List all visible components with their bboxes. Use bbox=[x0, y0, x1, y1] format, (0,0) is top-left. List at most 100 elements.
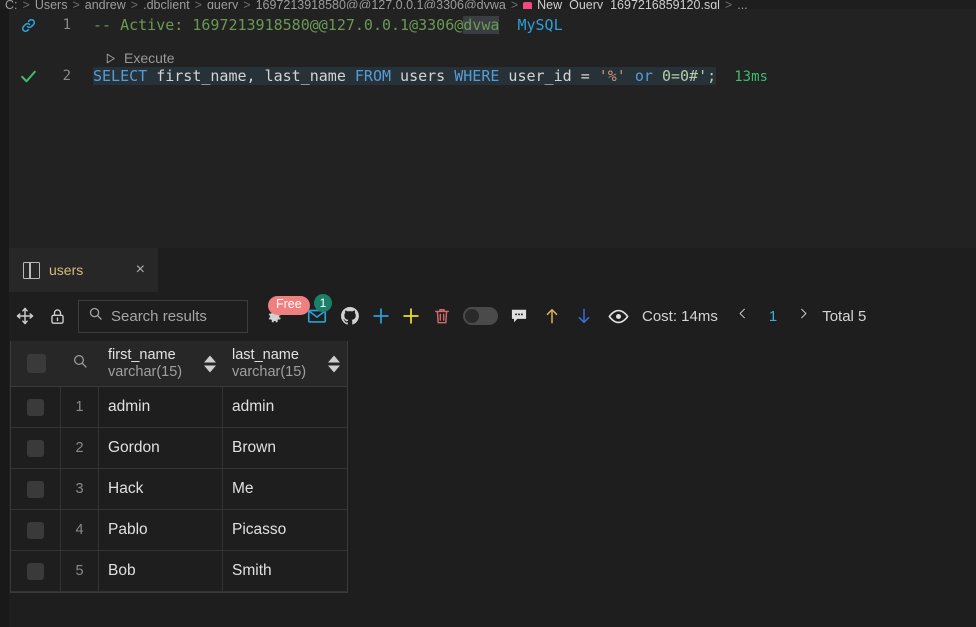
grid-header-search-cell[interactable] bbox=[61, 341, 99, 386]
link-icon[interactable] bbox=[9, 17, 47, 34]
editor-line-2-code[interactable]: SELECT first_name, last_name FROM users … bbox=[93, 67, 768, 85]
editor-line-1-code[interactable]: -- Active: 1697213918580@@127.0.0.1@3306… bbox=[93, 16, 563, 34]
row-checkbox-cell[interactable] bbox=[11, 428, 61, 469]
grid-header-row: first_name varchar(15) last_name varchar… bbox=[11, 341, 347, 387]
cell-last-name[interactable]: Smith bbox=[223, 551, 347, 592]
kw-where: WHERE bbox=[454, 67, 500, 85]
search-icon[interactable] bbox=[72, 353, 88, 374]
editor-content[interactable]: 1 -- Active: 1697213918580@@127.0.0.1@33… bbox=[9, 9, 976, 248]
results-tab-bar: users × bbox=[9, 248, 976, 292]
row-checkbox[interactable] bbox=[27, 480, 44, 498]
where-field: user_id bbox=[499, 67, 581, 85]
editor-line-1[interactable]: 1 -- Active: 1697213918580@@127.0.0.1@33… bbox=[9, 12, 563, 38]
lock-icon[interactable] bbox=[41, 292, 73, 340]
eye-icon[interactable] bbox=[600, 292, 636, 340]
table-row[interactable]: 1 admin admin bbox=[11, 387, 347, 428]
gear-icon[interactable]: Free bbox=[254, 292, 310, 340]
editor-line-2[interactable]: 2 SELECT first_name, last_name FROM user… bbox=[9, 63, 768, 89]
grid-header-col-first-name[interactable]: first_name varchar(15) bbox=[99, 341, 223, 386]
column-name: last_name bbox=[232, 346, 299, 363]
split-panel-icon bbox=[23, 261, 40, 279]
search-icon bbox=[88, 306, 103, 326]
row-number: 4 bbox=[61, 510, 99, 551]
row-checkbox[interactable] bbox=[27, 521, 44, 539]
check-icon bbox=[9, 67, 47, 86]
table-row[interactable]: 4 Pablo Picasso bbox=[11, 510, 347, 551]
comment-selected-db[interactable]: dvwa bbox=[463, 16, 500, 34]
row-checkbox-cell[interactable] bbox=[11, 510, 61, 551]
column-type: varchar(15) bbox=[108, 363, 183, 380]
sql-editor[interactable]: 1 -- Active: 1697213918580@@127.0.0.1@33… bbox=[0, 9, 976, 248]
plus-blue-icon[interactable] bbox=[366, 292, 396, 340]
table-row[interactable]: 5 Bob Smith bbox=[11, 551, 347, 592]
cell-first-name[interactable]: Bob bbox=[99, 551, 223, 592]
arrow-down-icon[interactable] bbox=[568, 292, 600, 340]
github-icon[interactable] bbox=[334, 292, 366, 340]
sort-toggle-first-name[interactable] bbox=[204, 355, 216, 372]
column-name: first_name bbox=[108, 346, 176, 363]
sort-toggle-last-name[interactable] bbox=[328, 355, 340, 372]
plus-yellow-icon[interactable] bbox=[396, 292, 426, 340]
comment-active-prefix: -- Active: 1697213918580@@127.0.0.1@3306… bbox=[93, 16, 464, 34]
envelope-icon[interactable]: 1 bbox=[300, 292, 334, 340]
vscode-sql-client-window: C: > Users > andrew > .dbclient > query … bbox=[0, 0, 976, 627]
select-all-checkbox[interactable] bbox=[26, 354, 46, 373]
cell-first-name[interactable]: Hack bbox=[99, 469, 223, 510]
toggle-switch-off[interactable] bbox=[462, 307, 498, 325]
kw-select: SELECT bbox=[93, 67, 148, 85]
toggle-switch[interactable] bbox=[458, 292, 502, 340]
cell-first-name[interactable]: Gordon bbox=[99, 428, 223, 469]
table-row[interactable]: 2 Gordon Brown bbox=[11, 428, 347, 469]
row-checkbox-cell[interactable] bbox=[11, 387, 61, 428]
results-panel: users × Search results Free 1 Cost: 14ms… bbox=[0, 248, 976, 627]
row-number: 2 bbox=[61, 428, 99, 469]
trash-icon[interactable] bbox=[426, 292, 458, 340]
line-number-2: 2 bbox=[62, 68, 71, 84]
comment-icon[interactable] bbox=[502, 292, 536, 340]
close-icon[interactable]: × bbox=[136, 262, 145, 278]
grid-body: 1 admin admin 2 Gordon Brown 3 Hack Me 4… bbox=[11, 387, 347, 592]
move-arrows-icon[interactable] bbox=[9, 292, 41, 340]
total-rows-label: Total 5 bbox=[822, 307, 867, 325]
cell-first-name[interactable]: Pablo bbox=[99, 510, 223, 551]
cell-first-name[interactable]: admin bbox=[99, 387, 223, 428]
results-grid: first_name varchar(15) last_name varchar… bbox=[10, 341, 348, 593]
row-checkbox[interactable] bbox=[27, 562, 44, 580]
grid-header-select-all[interactable] bbox=[11, 341, 61, 386]
query-cost-label: Cost: 14ms bbox=[642, 307, 718, 325]
cell-last-name[interactable]: admin bbox=[223, 387, 347, 428]
select-columns: first_name, last_name bbox=[147, 67, 355, 85]
tab-users-label: users bbox=[49, 262, 84, 278]
where-tail: 0=0#'; bbox=[661, 67, 717, 85]
row-checkbox-cell[interactable] bbox=[11, 551, 61, 592]
mail-count-badge: 1 bbox=[314, 294, 332, 312]
where-string-literal: '%' bbox=[598, 67, 626, 85]
page-number[interactable]: 1 bbox=[769, 308, 777, 325]
row-checkbox[interactable] bbox=[27, 439, 44, 457]
cell-last-name[interactable]: Picasso bbox=[223, 510, 347, 551]
cell-last-name[interactable]: Brown bbox=[223, 428, 347, 469]
column-type: varchar(15) bbox=[232, 363, 307, 380]
arrow-up-icon[interactable] bbox=[536, 292, 568, 340]
code-gap bbox=[716, 67, 734, 85]
line-number-1: 1 bbox=[62, 17, 71, 33]
search-results-input[interactable]: Search results bbox=[78, 299, 248, 333]
cell-last-name[interactable]: Me bbox=[223, 469, 347, 510]
chevron-left-icon[interactable] bbox=[736, 306, 749, 326]
results-toolbar: Search results Free 1 Cost: 14ms 1 Total… bbox=[9, 292, 976, 340]
line-2-highlight: SELECT first_name, last_name FROM users … bbox=[93, 67, 717, 85]
row-number: 3 bbox=[61, 469, 99, 510]
row-checkbox-cell[interactable] bbox=[11, 469, 61, 510]
driver-label: MySQL bbox=[517, 16, 563, 34]
kw-from: FROM bbox=[354, 67, 392, 85]
search-results-placeholder: Search results bbox=[111, 307, 207, 325]
chevron-right-icon[interactable] bbox=[797, 306, 810, 326]
table-row[interactable]: 3 Hack Me bbox=[11, 469, 347, 510]
row-checkbox[interactable] bbox=[27, 398, 44, 416]
grid-header-col-last-name[interactable]: last_name varchar(15) bbox=[223, 341, 347, 386]
where-or: or bbox=[625, 67, 662, 85]
row-number: 5 bbox=[61, 551, 99, 592]
tab-users[interactable]: users × bbox=[9, 248, 158, 292]
editor-left-stripe bbox=[0, 9, 9, 248]
